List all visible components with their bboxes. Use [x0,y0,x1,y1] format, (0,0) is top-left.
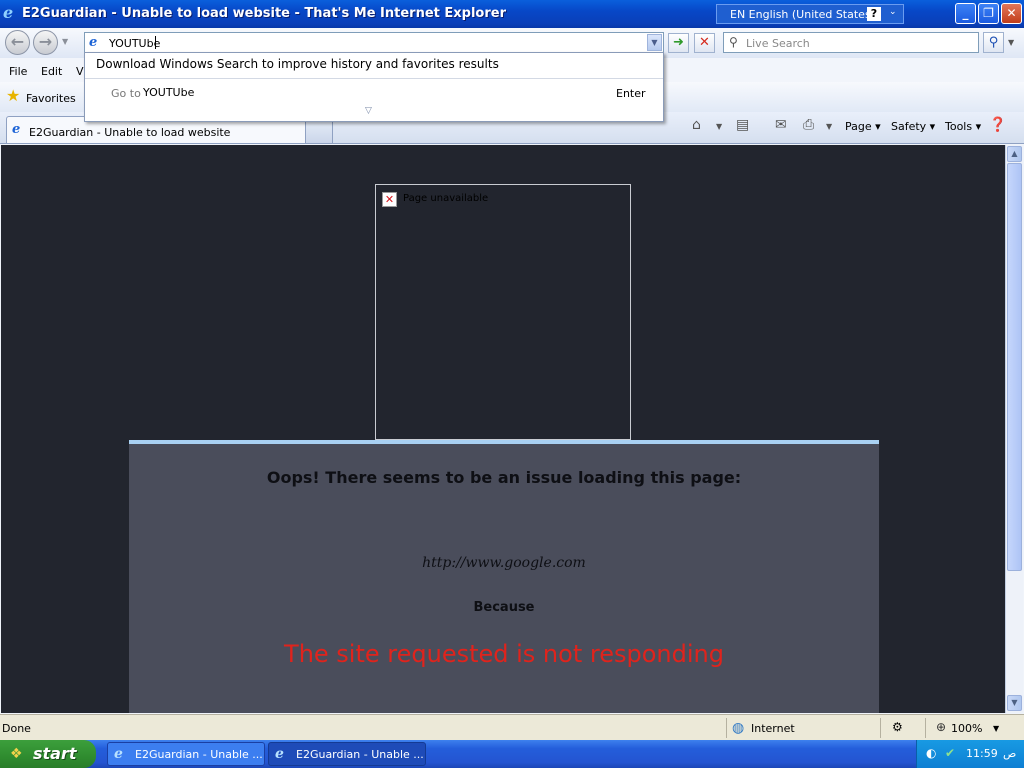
zoom-level[interactable]: 100% [951,722,982,735]
frame-error-text: Page unavailable [403,193,489,204]
safety-menu-label: Safety [891,120,927,133]
recent-pages-dropdown[interactable]: ▼ [62,37,68,46]
tools-menu-button[interactable]: Tools ▾ [945,120,981,133]
embedded-frame: ✕ Page unavailable [375,184,631,440]
print-dropdown-icon[interactable]: ▼ [826,122,832,131]
ie-logo-icon: e [275,746,284,762]
divider [726,718,727,738]
divider [880,718,881,738]
error-heading: Oops! There seems to be an issue loading… [266,468,742,487]
tab-label: E2Guardian - Unable to load website [29,126,231,139]
search-box[interactable]: ⚲ Live Search [723,32,979,53]
security-zone[interactable]: Internet [751,722,795,735]
search-input[interactable]: Live Search [746,37,810,50]
minimize-button[interactable]: _ [955,3,976,24]
chevron-down-icon[interactable]: ⌄ [889,7,897,17]
window-title: E2Guardian - Unable to load website - Th… [22,6,507,21]
search-provider-icon: ⚲ [729,35,738,49]
star-icon[interactable]: ★ [6,88,20,104]
network-icon[interactable]: ◐ [926,746,936,760]
help-icon[interactable]: ❓ [989,117,1006,133]
taskbar: ❖ start e E2Guardian - Unable ... e E2Gu… [0,740,1024,768]
help-icon[interactable]: ? [867,7,881,21]
globe-icon: ◍ [732,720,745,736]
divider [85,78,663,79]
language-bar[interactable]: EN English (United States) ? ⌄ [716,4,904,24]
page-menu-button[interactable]: Page ▾ [845,120,881,133]
menu-edit[interactable]: Edit [41,65,62,78]
taskbar-button[interactable]: e E2Guardian - Unable ... [268,742,426,766]
address-dropdown-button[interactable]: ▼ [647,34,662,51]
read-mail-icon[interactable]: ✉ [775,117,787,133]
menu-file[interactable]: File [9,65,27,78]
close-button[interactable]: ✕ [1001,3,1022,24]
safety-menu-button[interactable]: Safety ▾ [891,120,935,133]
page-menu-label: Page [845,120,872,133]
print-icon[interactable]: ⎙ [803,117,814,133]
go-button[interactable]: ➜ [668,33,689,53]
error-panel: Oops! There seems to be an issue loading… [129,440,879,713]
back-button[interactable]: ← [5,30,30,55]
goto-label: Go to [111,87,141,100]
start-button[interactable]: ❖ start [0,740,96,768]
page-content: ✕ Page unavailable Oops! There seems to … [1,145,1005,713]
status-text: Done [2,722,31,735]
status-bar: Done ◍ Internet ⚙ ⊕ 100% ▼ [0,714,1024,740]
ie-logo-icon: e [3,3,14,22]
page-icon: e [12,122,21,137]
tools-menu-label: Tools [945,120,973,133]
address-input[interactable]: YOUTUbe [109,37,160,50]
home-dropdown-icon[interactable]: ▼ [716,122,722,131]
security-center-icon[interactable]: ✔ [945,746,955,760]
protected-mode-icon[interactable]: ⚙ [892,720,903,734]
browser-window: e E2Guardian - Unable to load website - … [0,0,1024,740]
zoom-icon[interactable]: ⊕ [936,720,946,734]
scroll-up-button[interactable]: ▲ [1007,146,1022,162]
ie-logo-icon: e [114,746,123,762]
page-icon: e [89,35,98,50]
download-windows-search-link[interactable]: Download Windows Search to improve histo… [96,57,499,71]
favorites-button[interactable]: Favorites [26,92,76,105]
taskbar-button-label: E2Guardian - Unable ... [135,748,263,761]
title-bar[interactable]: e E2Guardian - Unable to load website - … [0,0,1024,28]
broken-image-icon: ✕ [382,192,397,207]
clock[interactable]: 11:59 [966,747,998,760]
restore-button[interactable]: ❐ [978,3,999,24]
feeds-icon[interactable]: ▤ [736,117,749,133]
forward-button[interactable]: → [33,30,58,55]
address-bar[interactable]: e YOUTUbe ▼ [84,32,664,53]
scroll-down-button[interactable]: ▼ [1007,695,1022,711]
stop-button[interactable]: ✕ [694,33,715,53]
taskbar-button[interactable]: e E2Guardian - Unable ... [107,742,265,766]
start-label: start [33,744,77,763]
expand-suggestions-icon[interactable]: ▽ [365,106,372,116]
enter-hint: Enter [616,87,646,100]
text-caret [155,36,156,49]
scroll-thumb[interactable] [1007,163,1022,571]
vertical-scrollbar[interactable]: ▲ ▼ [1005,145,1023,713]
divider [925,718,926,738]
address-autocomplete-dropdown: Download Windows Search to improve histo… [84,52,664,122]
blocked-url: http://www.google.com [422,555,586,571]
system-tray: ◐ ✔ 11:59 ص [916,740,1024,768]
windows-logo-icon: ❖ [10,746,23,762]
error-reason: The site requested is not responding [284,640,724,668]
zoom-dropdown-icon[interactable]: ▼ [993,724,999,733]
clock-suffix: ص [1003,747,1017,760]
search-options-dropdown[interactable]: ▼ [1008,38,1014,47]
home-icon[interactable]: ⌂ [692,117,701,133]
language-label: EN English (United States) [730,8,875,21]
because-label: Because [473,600,535,615]
search-button[interactable]: ⚲ [983,32,1004,53]
goto-suggestion[interactable]: YOUTUbe [143,86,194,99]
taskbar-button-label: E2Guardian - Unable ... [296,748,424,761]
